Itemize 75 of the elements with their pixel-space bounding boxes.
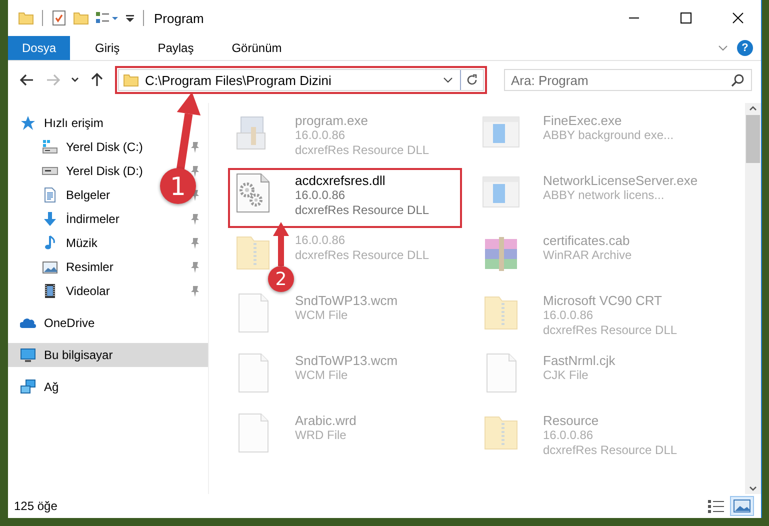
download-icon [42, 211, 58, 227]
search-field[interactable]: Ara: Program [504, 69, 752, 91]
file-details: 16.0.0.86 [543, 308, 594, 323]
sidebar-item[interactable]: Müzik [40, 232, 100, 254]
star-icon [20, 115, 36, 131]
maximize-icon [680, 12, 692, 24]
file-details: dcxrefRes Resource DLL [543, 443, 678, 458]
file-name[interactable]: acdcxrefsres.dll [295, 173, 430, 188]
file-details: 16.0.0.86 [295, 188, 346, 203]
pin-icon[interactable] [190, 213, 200, 225]
window-title: Program [154, 10, 205, 26]
scrollbar[interactable] [745, 103, 761, 494]
help-button[interactable]: ? [737, 40, 753, 56]
network-icon [20, 379, 36, 395]
file-details: WCM File [295, 308, 349, 323]
properties-icon[interactable] [95, 10, 119, 26]
refresh-icon [466, 74, 478, 86]
file-details: CJK File [543, 368, 590, 383]
pin-icon[interactable] [190, 261, 200, 273]
file-details: dcxrefRes Resource DLL [295, 248, 430, 263]
file-details: dcxrefRes Resource DLL [295, 143, 430, 158]
film-icon [42, 283, 58, 299]
item-count: 125 öğe [14, 499, 58, 513]
document-icon [42, 187, 58, 203]
address-bar[interactable]: C:\Program Files\Program Dizini [118, 69, 484, 91]
close-icon [732, 12, 744, 24]
forward-arrow-icon [45, 72, 61, 88]
file-details: WCM File [295, 368, 349, 383]
folder-icon[interactable] [73, 10, 89, 26]
sidebar-item[interactable]: Ağ [18, 376, 61, 398]
address-path: C:\Program Files\Program Dizini [145, 72, 332, 88]
scrollbar-thumb[interactable] [746, 115, 760, 163]
sidebar-item[interactable]: Yerel Disk (C:) [40, 136, 145, 158]
search-icon [731, 73, 745, 87]
folder-icon [123, 72, 139, 88]
ribbon-tab[interactable]: Dosya [8, 36, 70, 60]
sidebar-item[interactable]: Belgeler [40, 184, 112, 206]
folder-icon[interactable] [18, 10, 34, 26]
sidebar-item[interactable]: Hızlı erişim [18, 112, 106, 134]
sidebar-item[interactable]: Yerel Disk (D:) [40, 160, 145, 182]
file-details: dcxrefRes Resource DLL [295, 203, 430, 218]
arrow [273, 222, 289, 266]
file-details: ABBY background exe... [543, 128, 674, 143]
file-details: ABBY network licens... [543, 188, 666, 203]
view-button[interactable] [705, 497, 727, 515]
file-details: WRD File [295, 428, 348, 443]
file-details: 16.0.0.86 [543, 428, 594, 443]
sidebar-item[interactable]: Videolar [40, 280, 112, 302]
up-arrow-icon [89, 72, 105, 88]
music-note-icon [42, 235, 58, 251]
file-item[interactable]: acdcxrefsres.dll 16.0.0.86 dcxrefRes Resource DLL [229, 169, 461, 227]
file-details: 16.0.0.86 [295, 128, 346, 143]
file-details: dcxrefRes Resource DLL [543, 323, 678, 338]
drive-icon [42, 167, 58, 175]
back-arrow-icon [19, 72, 35, 88]
pin-icon[interactable] [190, 237, 200, 249]
large-icons-view-icon [733, 499, 751, 513]
pin-icon[interactable] [190, 141, 200, 153]
monitor-icon [20, 347, 36, 363]
sidebar-item[interactable]: OneDrive [18, 312, 97, 334]
ribbon-tab[interactable]: Paylaş [144, 36, 207, 60]
drive-icon [42, 139, 58, 155]
pin-icon[interactable] [190, 285, 200, 297]
picture-icon [42, 259, 58, 275]
file-details: WinRAR Archive [543, 248, 632, 263]
checklist-icon[interactable] [51, 10, 67, 26]
pin-icon[interactable] [190, 165, 200, 177]
view-button[interactable] [731, 497, 753, 515]
file-details: 16.0.0.86 [295, 233, 346, 248]
sidebar-item[interactable]: Resimler [40, 256, 116, 278]
ribbon-tab[interactable]: Giriş [82, 36, 133, 60]
sidebar-item[interactable]: Bu bilgisayar [18, 344, 115, 366]
details-view-icon [707, 499, 725, 513]
ribbon-tab[interactable]: Görünüm [218, 36, 295, 60]
sidebar-item[interactable]: İndirmeler [40, 208, 122, 230]
